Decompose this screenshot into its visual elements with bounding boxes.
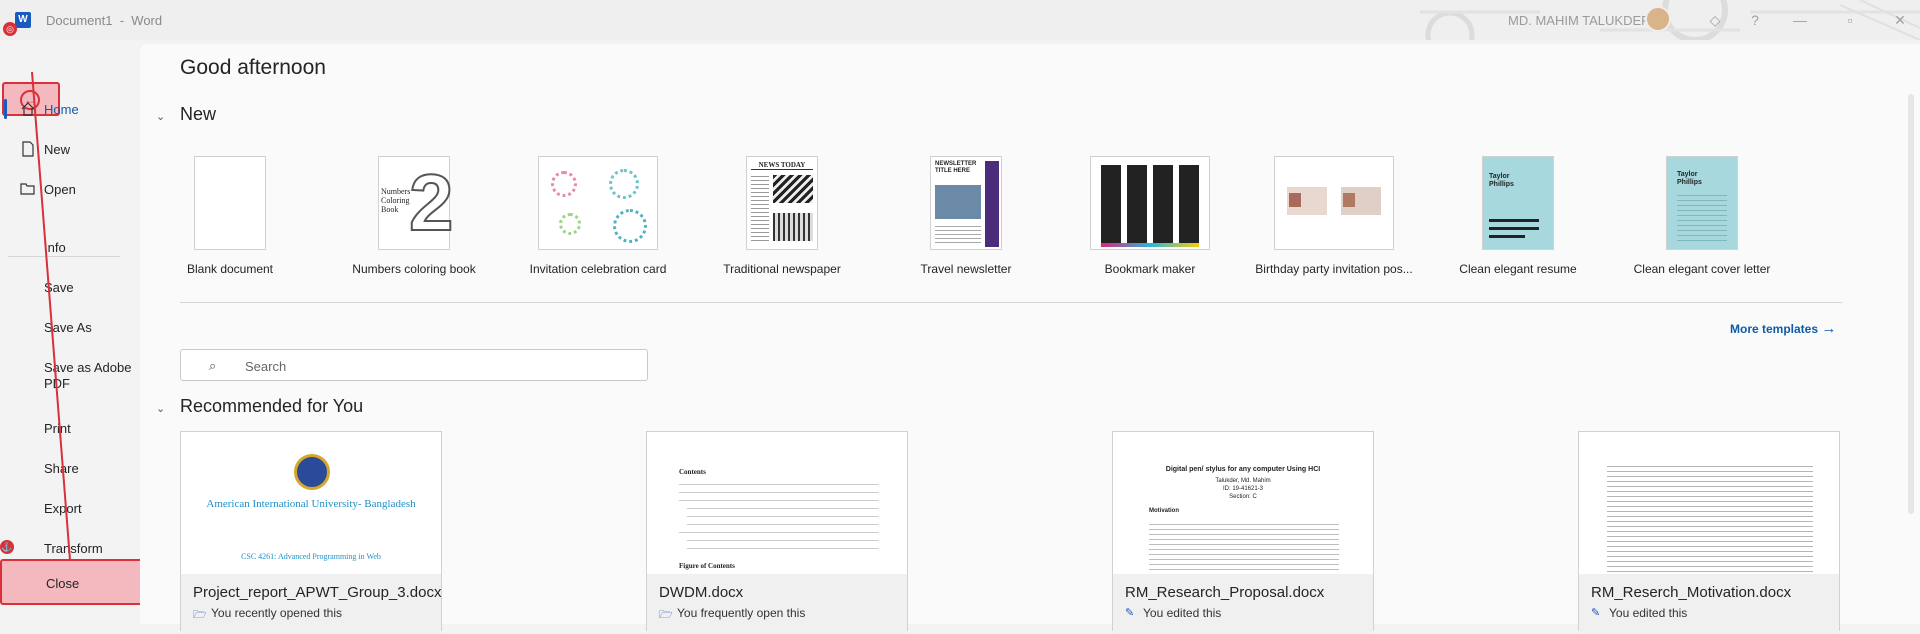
sidebar-item-save[interactable]: Save — [0, 270, 140, 304]
doc-name: Project_report_APWT_Group_3.docx — [193, 584, 442, 601]
sidebar-item-info[interactable]: Info — [0, 230, 140, 264]
chevron-down-icon: ⌄ — [156, 403, 166, 415]
doc-name: RM_Research_Proposal.docx — [1125, 584, 1325, 601]
doc-activity: You recently opened this — [211, 606, 342, 620]
doc-name: DWDM.docx — [659, 584, 744, 601]
home-pane: Good afternoon ⌄ New Blank document Numbe… — [140, 44, 1920, 634]
template-travel-newsletter[interactable]: NEWSLETTER TITLE HERE Travel newsletter — [876, 156, 1056, 286]
annotation-marker-top: ◎ — [3, 22, 17, 36]
diamond-icon[interactable]: ◇ — [1700, 8, 1730, 32]
sidebar-item-print[interactable]: Print — [0, 411, 140, 445]
backstage-sidebar: ← Home New Open Info Save Save As Save a… — [0, 40, 140, 624]
folder-open-icon — [20, 183, 35, 195]
more-templates-link[interactable]: More templates → — [1730, 320, 1836, 337]
recommended-doc-card[interactable]: American International University- Bangl… — [180, 431, 442, 634]
pencil-icon: ✎ — [1125, 607, 1135, 619]
doc-activity: You edited this — [1609, 606, 1688, 620]
user-name[interactable]: MD. MAHIM TALUKDER — [1508, 13, 1651, 28]
recommended-doc-card[interactable]: Contents Figure of Contents DWDM.docx 🗁 … — [646, 431, 908, 634]
sidebar-item-save-as-pdf[interactable]: Save as Adobe PDF — [0, 350, 140, 392]
close-window-button[interactable]: ✕ — [1885, 8, 1915, 32]
minimize-button[interactable]: — — [1785, 8, 1815, 32]
template-bookmark-maker[interactable]: Bookmark maker — [1060, 156, 1240, 286]
template-invitation-celebration-card[interactable]: Invitation celebration card — [508, 156, 688, 286]
recommended-doc-card[interactable]: RM_Reserch_Motivation.docx ✎ You edited … — [1578, 431, 1840, 634]
annotation-marker-bottom: ⚓ — [0, 540, 14, 554]
sidebar-item-open[interactable]: Open — [0, 172, 140, 206]
template-birthday-party-invitation[interactable]: Birthday party invitation pos... — [1244, 156, 1424, 286]
template-thumbnail: Taylor Phillips — [1666, 156, 1738, 250]
search-input[interactable]: ⌕ Search — [180, 349, 648, 381]
recommended-section-header[interactable]: ⌄ Recommended for You — [156, 396, 363, 417]
greeting-heading: Good afternoon — [180, 56, 326, 79]
doc-preview — [1579, 432, 1839, 574]
folder-open-icon: 🗁 — [193, 609, 207, 621]
template-traditional-newspaper[interactable]: NEWS TODAY Traditional newspaper — [692, 156, 872, 286]
sidebar-item-export[interactable]: Export — [0, 491, 140, 525]
template-blank-document[interactable]: Blank document — [140, 156, 320, 286]
doc-preview: Digital pen/ stylus for any computer Usi… — [1113, 432, 1373, 574]
scrollbar[interactable] — [1908, 94, 1914, 514]
doc-activity: You edited this — [1143, 606, 1222, 620]
template-thumbnail: NEWSLETTER TITLE HERE — [930, 156, 1002, 250]
restore-button[interactable]: ▫ — [1835, 8, 1865, 32]
sidebar-item-save-as[interactable]: Save As — [0, 310, 140, 344]
template-clean-elegant-cover-letter[interactable]: Taylor Phillips Clean elegant cover lett… — [1612, 156, 1792, 286]
chevron-down-icon: ⌄ — [156, 111, 166, 123]
template-numbers-coloring-book[interactable]: Numbers Coloring Book 2 Numbers coloring… — [324, 156, 504, 286]
avatar[interactable] — [1645, 6, 1671, 32]
doc-activity: You frequently open this — [677, 606, 806, 620]
template-thumbnail — [538, 156, 658, 250]
title-bar: W Document1 - Word MD. MAHIM TALUKDER ◇ … — [0, 0, 1920, 40]
doc-preview: Contents Figure of Contents — [647, 432, 907, 574]
pencil-icon: ✎ — [1591, 607, 1601, 619]
new-document-icon — [22, 141, 34, 157]
word-app-icon: W — [15, 12, 31, 28]
doc-preview: American International University- Bangl… — [181, 432, 441, 574]
folder-open-icon: 🗁 — [659, 609, 673, 621]
search-icon: ⌕ — [209, 358, 217, 373]
template-clean-elegant-resume[interactable]: Taylor Phillips Clean elegant resume — [1428, 156, 1608, 286]
template-thumbnail — [1274, 156, 1394, 250]
active-indicator — [4, 99, 7, 119]
arrow-right-icon: → — [1821, 320, 1837, 337]
window-title: Document1 - Word — [46, 13, 163, 28]
search-placeholder: Search — [245, 359, 287, 374]
home-icon — [21, 102, 35, 116]
template-thumbnail: NEWS TODAY — [746, 156, 818, 250]
section-divider — [180, 302, 1842, 303]
template-thumbnail: Numbers Coloring Book 2 — [378, 156, 454, 250]
new-section-header[interactable]: ⌄ New — [156, 104, 216, 125]
template-thumbnail: Taylor Phillips — [1482, 156, 1554, 250]
help-icon[interactable]: ? — [1740, 8, 1770, 32]
template-thumbnail — [194, 156, 266, 250]
doc-name: RM_Reserch_Motivation.docx — [1591, 584, 1792, 601]
template-thumbnail — [1090, 156, 1210, 250]
sidebar-item-new[interactable]: New — [0, 132, 140, 166]
sidebar-item-home[interactable]: Home — [0, 92, 140, 126]
sidebar-item-share[interactable]: Share — [0, 451, 140, 485]
recommended-doc-card[interactable]: Digital pen/ stylus for any computer Usi… — [1112, 431, 1374, 634]
sidebar-item-close[interactable]: Close — [0, 559, 144, 605]
university-logo — [294, 454, 330, 490]
